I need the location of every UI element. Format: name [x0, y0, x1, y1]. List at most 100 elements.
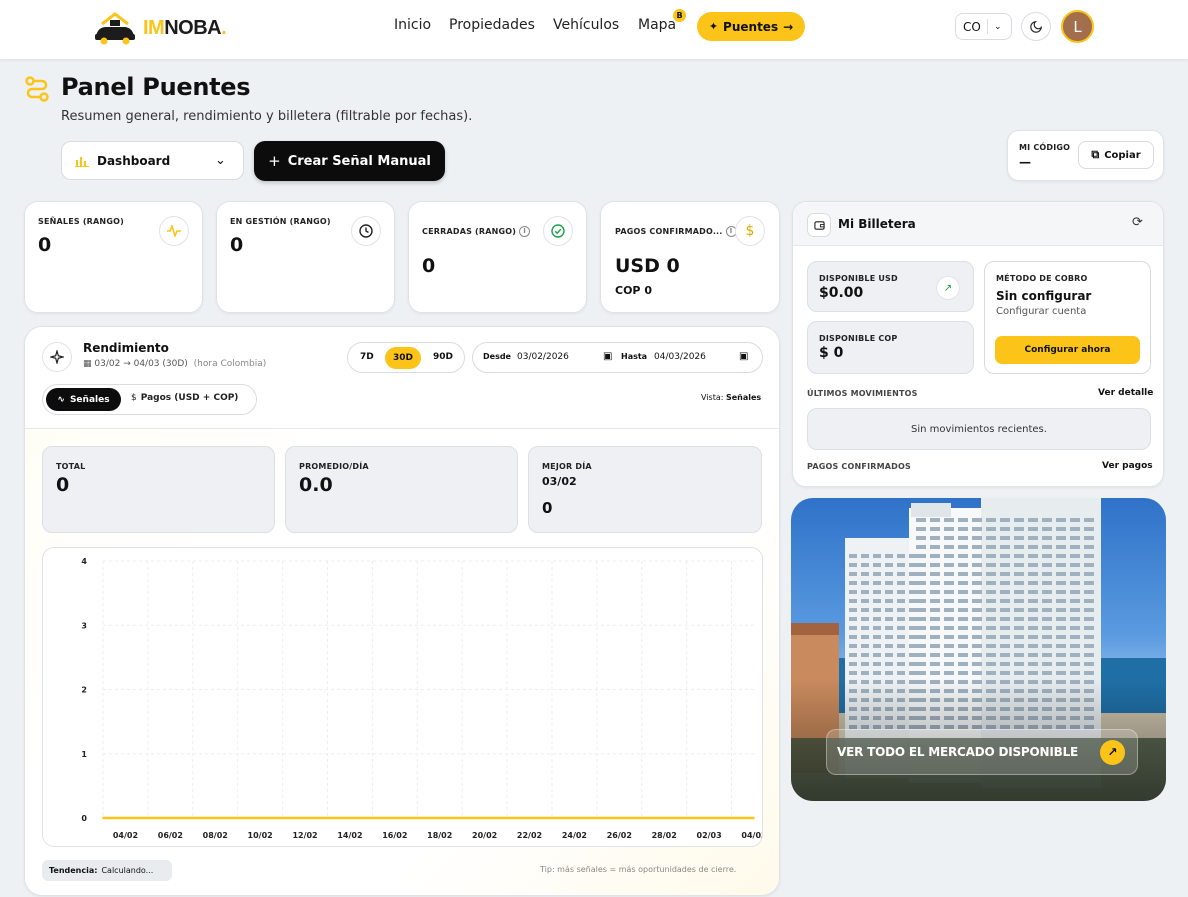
- chart-y-tick-label: 4: [81, 557, 87, 566]
- clock-icon: [351, 216, 381, 246]
- create-signal-button[interactable]: + Crear Señal Manual: [254, 141, 445, 181]
- wallet-title: Mi Billetera: [838, 217, 916, 231]
- stat-card-signals: SEÑALES (RANGO) 0: [24, 201, 203, 313]
- stat-closed-label-wrap: CERRADAS (RANGO) i: [422, 226, 531, 237]
- market-promo-card[interactable]: VER TODO EL MERCADO DISPONIBLE ↗: [791, 498, 1166, 801]
- chart-point: [124, 817, 127, 819]
- promo-cta[interactable]: VER TODO EL MERCADO DISPONIBLE ↗: [826, 729, 1138, 775]
- country-select-value: CO: [963, 19, 981, 34]
- summary-best-value: 0: [542, 499, 553, 517]
- chart-point: [281, 817, 284, 819]
- info-icon[interactable]: i: [519, 226, 531, 237]
- logo-text-noba: NOBA: [164, 17, 222, 39]
- chart-y-tick-label: 0: [81, 814, 87, 823]
- view-select[interactable]: Dashboard ⌄: [61, 141, 244, 180]
- chart-x-tick-label: 04/03: [741, 831, 762, 840]
- summary-average: PROMEDIO/DÍA 0.0: [285, 446, 518, 533]
- copy-code-button[interactable]: ⧉ Copiar: [1078, 141, 1154, 169]
- period-selector: 7D 30D 90D: [347, 342, 465, 373]
- nav-link-inicio[interactable]: Inicio: [394, 17, 431, 33]
- chart-point: [573, 817, 576, 819]
- my-code-card: MI CÓDIGO — ⧉ Copiar: [1007, 130, 1164, 181]
- tab-signals[interactable]: ∿ Señales: [46, 388, 121, 411]
- chart-point: [640, 817, 643, 819]
- summary-total-label: TOTAL: [56, 462, 86, 471]
- chart-point: [708, 817, 711, 819]
- to-date-input[interactable]: 04/03/2026: [654, 352, 706, 362]
- chart-x-tick-label: 16/02: [382, 831, 407, 840]
- nav-link-propiedades[interactable]: Propiedades: [449, 17, 535, 33]
- performance-tz: (hora Colombia): [193, 359, 267, 369]
- nav-link-mapa[interactable]: Mapa: [638, 17, 676, 33]
- trend-value: Calculando...: [101, 866, 154, 875]
- payout-method-label: MÉTODO DE COBRO: [996, 274, 1088, 283]
- puentes-cta-button[interactable]: ✦ Puentes →: [697, 12, 805, 41]
- dollar-icon: $: [131, 393, 137, 403]
- chart-y-tick-label: 3: [81, 621, 87, 630]
- summary-best-day: MEJOR DÍA 03/02 0: [528, 446, 762, 533]
- user-avatar[interactable]: L: [1061, 10, 1094, 43]
- view-payments-link[interactable]: Ver pagos: [1102, 461, 1153, 471]
- metric-tabs: ∿ Señales $ Pagos (USD + COP): [42, 384, 257, 415]
- stat-signals-label: SEÑALES (RANGO): [38, 217, 124, 226]
- my-code-value: —: [1019, 155, 1031, 169]
- chart-point: [483, 817, 486, 819]
- period-7d[interactable]: 7D: [360, 352, 374, 362]
- page-subtitle: Resumen general, rendimiento y billetera…: [61, 109, 473, 124]
- brand-logo[interactable]: IMNOBA.: [92, 8, 252, 48]
- from-label: Desde: [483, 352, 511, 361]
- route-icon: [25, 76, 49, 102]
- refresh-icon[interactable]: ⟳: [1132, 215, 1143, 230]
- chart-x-tick-label: 24/02: [562, 831, 587, 840]
- view-indicator: Vista: Señales: [701, 393, 761, 402]
- summary-average-value: 0.0: [299, 474, 333, 496]
- puentes-cta-label: Puentes: [723, 19, 779, 34]
- tab-payments[interactable]: $ Pagos (USD + COP): [131, 393, 238, 403]
- activity-icon: [159, 216, 189, 246]
- check-circle-icon: [543, 216, 573, 246]
- chart-x-tick-label: 28/02: [652, 831, 677, 840]
- summary-total: TOTAL 0: [42, 446, 275, 533]
- view-detail-link[interactable]: Ver detalle: [1098, 388, 1153, 398]
- date-range-filter: Desde 03/02/2026 ▣ Hasta 04/03/2026 ▣: [472, 342, 763, 373]
- chart-y-tick-label: 1: [81, 750, 87, 759]
- chart-point: [685, 817, 688, 819]
- period-30d[interactable]: 30D: [385, 347, 421, 369]
- chart-point: [393, 817, 396, 819]
- chart-x-tick-label: 02/03: [697, 831, 722, 840]
- theme-toggle-button[interactable]: [1021, 12, 1051, 41]
- create-signal-label: Crear Señal Manual: [287, 153, 431, 169]
- trend-badge: Tendencia: Calculando...: [42, 860, 172, 881]
- from-date-input[interactable]: 03/02/2026: [517, 352, 569, 362]
- promo-label: VER TODO EL MERCADO DISPONIBLE: [837, 745, 1079, 759]
- chevron-down-icon: ⌄: [994, 21, 1002, 32]
- page-title: Panel Puentes: [61, 73, 251, 101]
- payout-method-box: MÉTODO DE COBRO Sin configurar Configura…: [984, 261, 1151, 374]
- calendar-icon: ▦: [83, 359, 92, 369]
- my-code-label: MI CÓDIGO: [1019, 143, 1071, 152]
- nav-link-vehiculos[interactable]: Vehículos: [553, 17, 619, 33]
- chart-point: [169, 817, 172, 819]
- view-indicator-value: Señales: [725, 393, 762, 402]
- sparkles-icon: [42, 342, 72, 372]
- chart-x-tick-label: 20/02: [472, 831, 497, 840]
- performance-title: Rendimiento: [83, 341, 169, 355]
- country-select[interactable]: CO ⌄: [955, 13, 1012, 40]
- wallet-icon: [807, 213, 831, 237]
- chart-point: [349, 817, 351, 819]
- chart-y-tick-label: 2: [81, 686, 87, 695]
- period-90d[interactable]: 90D: [433, 352, 453, 362]
- wallet-usd-value: $0.00: [819, 285, 864, 301]
- copy-label: Copiar: [1104, 149, 1141, 161]
- signals-line-chart: 0 1 2 3 4 04/02 06/02 08/02 10/02 12/02 14/02 16/02…: [81, 557, 762, 840]
- stat-card-managing: EN GESTIÓN (RANGO) 0: [216, 201, 395, 313]
- configure-now-button[interactable]: Configurar ahora: [995, 336, 1140, 364]
- moon-icon: [1030, 20, 1043, 33]
- calendar-icon[interactable]: ▣: [739, 351, 748, 362]
- car-house-logo-icon: [95, 12, 135, 45]
- map-badge: B: [673, 9, 686, 22]
- stat-payments-cop: COP 0: [615, 284, 652, 297]
- calendar-icon[interactable]: ▣: [603, 351, 612, 362]
- stat-closed-label: CERRADAS (RANGO): [422, 227, 517, 236]
- avatar-initial: L: [1073, 17, 1082, 36]
